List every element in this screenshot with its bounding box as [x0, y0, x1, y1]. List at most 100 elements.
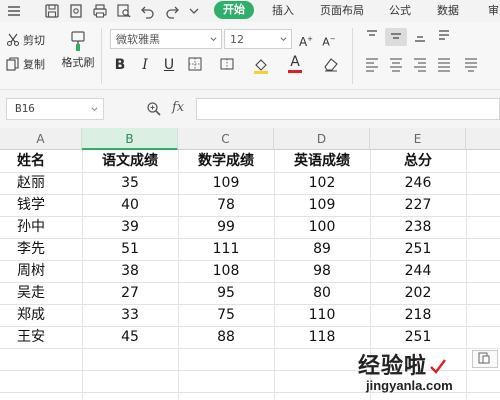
header-chinese[interactable]: 语文成绩	[82, 150, 178, 172]
header-name[interactable]: 姓名	[0, 150, 82, 172]
checkmark-icon	[430, 359, 446, 374]
header-english[interactable]: 英语成绩	[274, 150, 370, 172]
zoom-icon[interactable]	[146, 101, 162, 121]
cut-button[interactable]: 剪切	[6, 32, 45, 48]
column-header-d[interactable]: D	[274, 128, 370, 150]
table-cell[interactable]: 108	[178, 260, 274, 282]
copy-button[interactable]: 复制	[6, 56, 45, 72]
table-cell[interactable]: 孙中	[0, 216, 82, 238]
table-cell[interactable]: 80	[274, 282, 370, 304]
table-cell[interactable]: 38	[82, 260, 178, 282]
tab-home[interactable]: 开始	[214, 1, 254, 19]
table-cell[interactable]: 218	[370, 304, 466, 326]
more-dropdown-icon[interactable]	[186, 3, 202, 19]
table-cell[interactable]: 244	[370, 260, 466, 282]
table-cell[interactable]: 89	[274, 238, 370, 260]
column-header-b[interactable]: B	[82, 128, 178, 150]
table-cell[interactable]: 赵丽	[0, 172, 82, 194]
table-cell[interactable]: 246	[370, 172, 466, 194]
increase-font-icon[interactable]: A+	[297, 30, 315, 49]
clear-format-icon[interactable]	[322, 56, 340, 74]
table-cell[interactable]: 钱学	[0, 194, 82, 216]
distributed-align-icon[interactable]	[462, 56, 480, 74]
table-cell[interactable]: 202	[370, 282, 466, 304]
format-painter-button[interactable]: 格式刷	[56, 30, 100, 70]
decrease-font-icon[interactable]: A−	[320, 30, 338, 49]
table-cell[interactable]: 251	[370, 326, 466, 348]
table-cell[interactable]: 周树	[0, 260, 82, 282]
tab-page-layout[interactable]: 页面布局	[320, 3, 364, 19]
table-cell[interactable]: 45	[82, 326, 178, 348]
font-size-select[interactable]: 12	[224, 29, 292, 49]
table-cell[interactable]: 110	[274, 304, 370, 326]
table-cell[interactable]: 100	[274, 216, 370, 238]
table-cell[interactable]: 102	[274, 172, 370, 194]
column-header-f[interactable]	[466, 128, 500, 150]
column-header-e[interactable]: E	[370, 128, 466, 150]
align-right-icon[interactable]	[411, 56, 429, 74]
table-cell[interactable]: 238	[370, 216, 466, 238]
column-header-a[interactable]: A	[0, 128, 82, 150]
formula-bar: B16 fx	[0, 90, 500, 128]
print-icon[interactable]	[92, 3, 108, 19]
table-cell[interactable]: 39	[82, 216, 178, 238]
borders-icon[interactable]	[186, 56, 204, 74]
table-cell[interactable]: 95	[178, 282, 274, 304]
table-cell[interactable]: 郑成	[0, 304, 82, 326]
header-math[interactable]: 数学成绩	[178, 150, 274, 172]
formula-input[interactable]	[196, 98, 500, 120]
undo-icon[interactable]	[140, 3, 156, 19]
watermark: 经验啦 jingyanla.com	[358, 348, 498, 400]
font-color-icon[interactable]: A	[286, 55, 304, 74]
table-cell[interactable]: 111	[178, 238, 274, 260]
table-cell[interactable]: 109	[274, 194, 370, 216]
bold-button[interactable]: B	[111, 56, 129, 74]
find-icon[interactable]	[116, 3, 132, 19]
rotate-text-icon[interactable]	[435, 28, 453, 46]
merge-cells-icon[interactable]	[218, 56, 236, 74]
print-preview-icon[interactable]	[68, 3, 84, 19]
align-middle-icon[interactable]	[385, 28, 407, 46]
align-left-icon[interactable]	[363, 56, 381, 74]
table-cell[interactable]: 118	[274, 326, 370, 348]
fill-color-icon[interactable]	[252, 56, 270, 74]
table-cell[interactable]: 98	[274, 260, 370, 282]
tab-data[interactable]: 数据	[437, 3, 459, 19]
table-cell[interactable]: 33	[82, 304, 178, 326]
tab-review[interactable]: 审	[488, 3, 499, 19]
font-name-select[interactable]: 微软雅黑	[110, 29, 222, 49]
table-cell[interactable]: 227	[370, 194, 466, 216]
table-cell[interactable]: 40	[82, 194, 178, 216]
name-box[interactable]: B16	[6, 98, 104, 120]
align-center-icon[interactable]	[387, 56, 405, 74]
menu-icon[interactable]	[6, 3, 22, 19]
font-size-value: 12	[230, 32, 244, 46]
table-cell[interactable]: 75	[178, 304, 274, 326]
underline-button[interactable]: U	[160, 56, 178, 74]
align-top-icon[interactable]	[363, 28, 381, 46]
table-cell[interactable]: 109	[178, 172, 274, 194]
spreadsheet-grid[interactable]: A B C D E 姓名 语文成绩 数学成绩 英语成绩 总分 赵丽 35 109…	[0, 128, 500, 400]
table-cell[interactable]: 李先	[0, 238, 82, 260]
table-cell[interactable]: 王安	[0, 326, 82, 348]
table-cell[interactable]: 78	[178, 194, 274, 216]
table-cell[interactable]: 51	[82, 238, 178, 260]
table-cell[interactable]: 99	[178, 216, 274, 238]
table-cell[interactable]: 88	[178, 326, 274, 348]
function-icon[interactable]: fx	[172, 100, 184, 115]
justify-icon[interactable]	[435, 56, 453, 74]
ribbon-toolbar: 剪切 复制 格式刷 微软雅黑 12 A+ A− B I U A	[0, 22, 500, 90]
table-cell[interactable]: 吴走	[0, 282, 82, 304]
table-cell[interactable]: 251	[370, 238, 466, 260]
cell-reference: B16	[15, 102, 35, 115]
column-header-c[interactable]: C	[178, 128, 274, 150]
italic-button[interactable]: I	[136, 56, 154, 74]
align-bottom-icon[interactable]	[411, 28, 429, 46]
redo-icon[interactable]	[164, 3, 180, 19]
save-icon[interactable]	[44, 3, 60, 19]
table-cell[interactable]: 27	[82, 282, 178, 304]
header-total[interactable]: 总分	[370, 150, 466, 172]
tab-insert[interactable]: 插入	[272, 3, 294, 19]
table-cell[interactable]: 35	[82, 172, 178, 194]
tab-formulas[interactable]: 公式	[389, 3, 411, 19]
